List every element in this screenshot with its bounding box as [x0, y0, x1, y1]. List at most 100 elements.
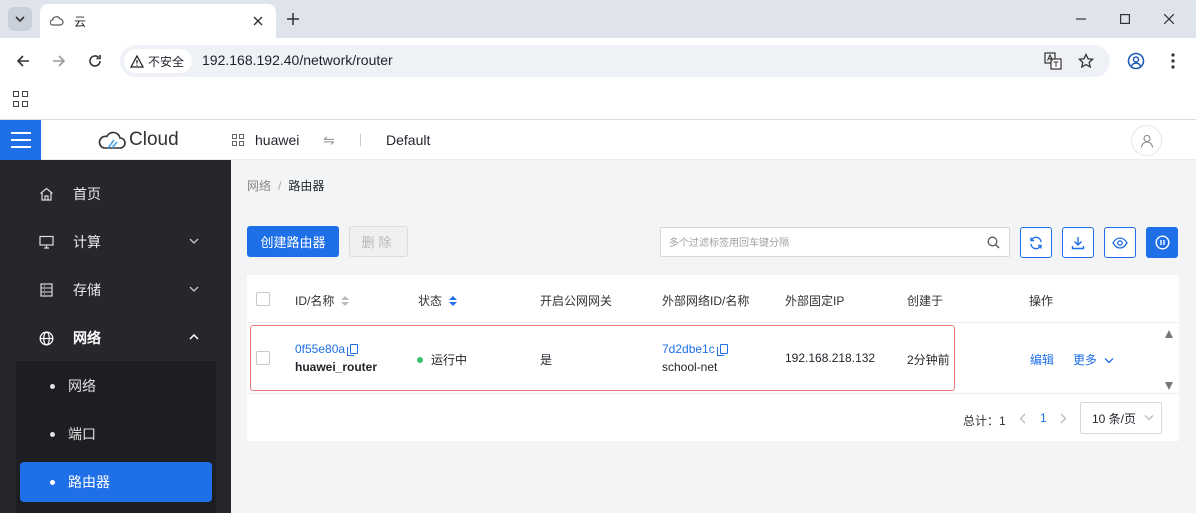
- sidebar-item-label: 网络: [73, 330, 101, 346]
- sidebar-subitem-label: 端口: [68, 426, 96, 442]
- app-logo[interactable]: Cloud: [97, 129, 179, 151]
- eye-icon: [1112, 236, 1128, 249]
- profile-button[interactable]: [1125, 50, 1147, 72]
- column-header-status[interactable]: 状态: [418, 292, 458, 309]
- minimize-icon: [1076, 18, 1086, 20]
- download-button[interactable]: [1062, 227, 1094, 258]
- address-bar[interactable]: 不安全 192.168.192.40/network/router: [120, 45, 1110, 77]
- table-row[interactable]: 0f55e80a huawei_router 运行中 是 7d2dbe1c sc…: [247, 323, 1179, 393]
- url-text[interactable]: 192.168.192.40/network/router: [202, 52, 393, 68]
- bookmark-star-button[interactable]: [1075, 50, 1097, 72]
- download-icon: [1071, 236, 1085, 249]
- sort-icon: [449, 295, 458, 306]
- more-label: 更多: [1073, 353, 1098, 367]
- select-all-checkbox[interactable]: [256, 292, 270, 306]
- breadcrumb-parent[interactable]: 网络: [247, 177, 271, 194]
- search-icon[interactable]: [987, 236, 1000, 249]
- column-header-id-name[interactable]: ID/名称: [295, 292, 350, 309]
- switch-project-icon[interactable]: ⇋: [323, 132, 335, 149]
- breadcrumb-current: 路由器: [288, 179, 325, 193]
- row-checkbox[interactable]: [256, 351, 270, 365]
- status-running-dot-icon: [417, 357, 423, 363]
- column-header-actions: 操作: [1029, 294, 1054, 308]
- create-router-button[interactable]: 创建路由器: [247, 226, 339, 257]
- status-cell: 运行中: [417, 351, 467, 368]
- column-header-label: ID/名称: [295, 294, 335, 308]
- menu-toggle-button[interactable]: [0, 120, 41, 160]
- browser-menu-button[interactable]: [1162, 50, 1184, 72]
- translate-button[interactable]: [1042, 50, 1064, 72]
- sidebar-subitem-port[interactable]: 端口: [20, 414, 212, 454]
- sidebar-item-label: 首页: [73, 186, 101, 202]
- maximize-button[interactable]: [1102, 0, 1148, 38]
- page-size-select[interactable]: 10 条/页: [1080, 402, 1162, 434]
- column-header-external-network: 外部网络ID/名称: [662, 294, 750, 308]
- sidebar-item-label: 计算: [73, 234, 101, 250]
- tab-search-button[interactable]: [8, 7, 32, 31]
- router-id-link[interactable]: 0f55e80a: [295, 342, 345, 356]
- sidebar-item-storage[interactable]: 存储: [0, 266, 231, 314]
- router-name: huawei_router: [295, 360, 378, 374]
- bullet-icon: [50, 432, 55, 437]
- chevron-right-icon: [1060, 413, 1066, 423]
- edit-link[interactable]: 编辑: [1030, 351, 1054, 368]
- insecure-label: 不安全: [148, 54, 185, 69]
- sidebar-item-network[interactable]: 网络: [0, 314, 231, 362]
- scroll-down-arrow-icon[interactable]: [1165, 382, 1173, 390]
- cloud-favicon-icon: [50, 13, 66, 29]
- sidebar-subitem-label: 网络: [68, 378, 96, 394]
- close-window-button[interactable]: [1146, 0, 1192, 38]
- delete-button[interactable]: 删除: [349, 226, 408, 257]
- reload-icon: [89, 55, 101, 67]
- chevron-left-icon: [1019, 413, 1025, 423]
- apps-grid-icon[interactable]: [13, 91, 29, 107]
- cloud-logo-icon: [98, 131, 126, 149]
- external-network-id-link[interactable]: 7d2dbe1c: [662, 342, 715, 356]
- warning-icon: [130, 54, 144, 68]
- arrow-right-icon: [53, 55, 66, 67]
- logo-text: Cloud: [129, 129, 179, 150]
- search-input[interactable]: [669, 234, 969, 252]
- close-tab-icon[interactable]: [250, 13, 266, 29]
- chevron-down-icon: [1144, 415, 1154, 421]
- monitor-icon: [38, 234, 54, 250]
- region-selector[interactable]: Default: [386, 132, 430, 148]
- pagination: 总计：1 1 10 条/页: [247, 393, 1179, 441]
- back-button[interactable]: [12, 50, 34, 72]
- copy-icon[interactable]: [716, 344, 728, 356]
- table-header: ID/名称 状态 开启公网网关 外部网络ID/名称 外部固定IP 创建于 操作: [247, 275, 1179, 323]
- more-actions-dropdown[interactable]: 更多: [1073, 351, 1114, 368]
- chevron-up-icon: [188, 331, 200, 343]
- scroll-up-arrow-icon[interactable]: [1165, 330, 1173, 338]
- project-name: huawei: [255, 132, 300, 148]
- main-content: 网络 / 路由器 创建路由器 删除 ID/名称 状态 开启公网网关: [231, 160, 1196, 513]
- reload-button[interactable]: [84, 50, 106, 72]
- column-visibility-button[interactable]: [1104, 227, 1136, 258]
- created-cell: 2分钟前: [907, 353, 950, 367]
- sidebar-item-compute[interactable]: 计算: [0, 218, 231, 266]
- project-selector[interactable]: huawei: [232, 132, 299, 148]
- hamburger-icon: [10, 132, 31, 134]
- prev-page-button[interactable]: [1017, 413, 1027, 423]
- sidebar-subitem-network[interactable]: 网络: [20, 366, 212, 406]
- sidebar-item-home[interactable]: 首页: [0, 170, 231, 218]
- bullet-icon: [50, 480, 55, 485]
- copy-icon[interactable]: [347, 344, 359, 356]
- security-indicator[interactable]: 不安全: [124, 49, 193, 73]
- gateway-cell: 是: [540, 353, 553, 367]
- minimize-button[interactable]: [1058, 0, 1104, 38]
- pause-refresh-button[interactable]: [1146, 227, 1178, 258]
- new-tab-button[interactable]: [282, 8, 304, 30]
- filter-search: [660, 227, 1010, 257]
- next-page-button[interactable]: [1058, 413, 1068, 423]
- pause-circle-icon: [1154, 235, 1170, 250]
- forward-button[interactable]: [48, 50, 70, 72]
- sidebar-subitem-router[interactable]: 路由器: [20, 462, 212, 502]
- browser-tab[interactable]: 云: [40, 4, 276, 38]
- external-network-id-cell: 7d2dbe1c: [662, 342, 728, 356]
- current-page[interactable]: 1: [1040, 411, 1047, 425]
- bullet-icon: [50, 384, 55, 389]
- breadcrumb: 网络 / 路由器: [247, 177, 324, 194]
- user-avatar[interactable]: [1131, 125, 1162, 156]
- refresh-button[interactable]: [1020, 227, 1052, 258]
